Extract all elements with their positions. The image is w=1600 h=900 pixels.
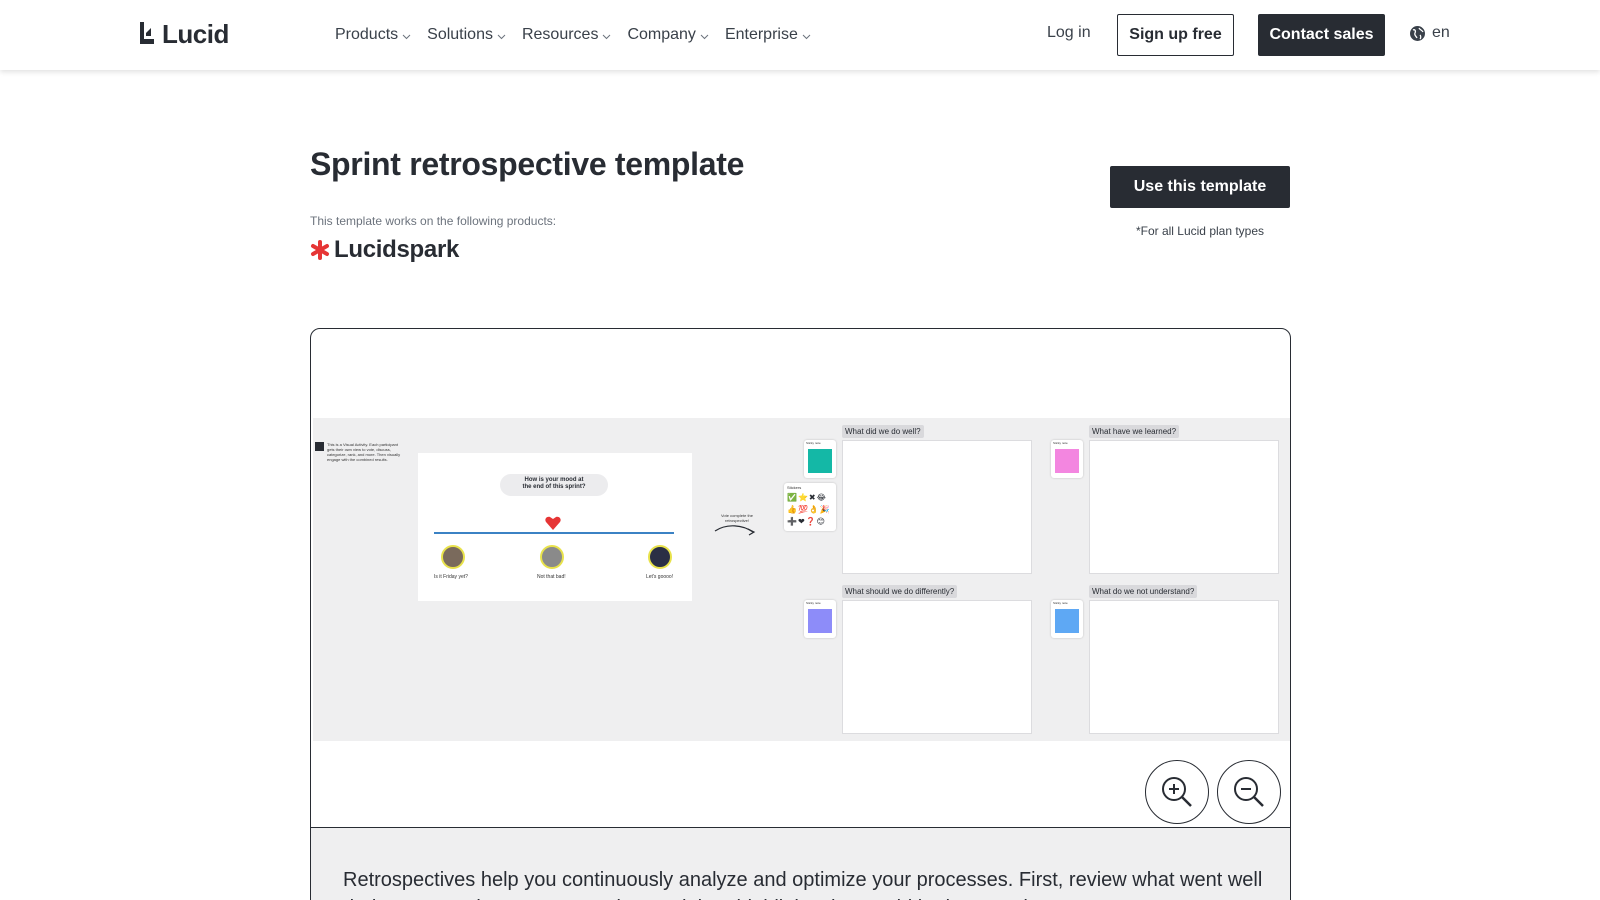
- mood-scale-line: [434, 532, 674, 534]
- chevron-down-icon: [497, 34, 506, 39]
- curved-arrow-icon: [714, 525, 756, 536]
- zoom-out-icon: [1234, 777, 1264, 807]
- avatar: [648, 545, 672, 569]
- panel-learned[interactable]: [1089, 440, 1279, 574]
- mood-label-2: Not that bad!: [537, 574, 566, 580]
- sticky-note-label: Sticky note: [806, 441, 821, 445]
- chevron-down-icon: [802, 34, 811, 39]
- sticky-note-card: Sticky note: [804, 440, 836, 478]
- intro-note: This is a Visual Activity. Each particip…: [327, 442, 401, 462]
- nav-resources[interactable]: Resources: [522, 26, 611, 44]
- lucidspark-asterisk-icon: [311, 240, 329, 260]
- product-name: Lucidspark: [334, 236, 460, 263]
- template-preview[interactable]: This is a Visual Activity. Each particip…: [310, 328, 1291, 828]
- info-icon: [315, 442, 324, 451]
- nav-products-label: Products: [335, 26, 399, 43]
- use-template-button[interactable]: Use this template: [1110, 166, 1290, 208]
- nav-resources-label: Resources: [521, 26, 599, 43]
- arrow-note: Vote complete the retrospective!: [720, 513, 754, 523]
- nav-solutions[interactable]: Solutions: [427, 26, 506, 44]
- zoom-in-button[interactable]: [1145, 760, 1209, 824]
- zoom-in-icon: [1162, 777, 1192, 807]
- sticky-note-label: Sticky note: [1053, 441, 1068, 445]
- logo-text: Lucid: [162, 18, 229, 49]
- works-on-label: This template works on the following pro…: [310, 214, 557, 228]
- sticky-note-swatch: [808, 609, 832, 633]
- panel-title: What do we not understand?: [1089, 585, 1198, 598]
- panel-did-well[interactable]: [842, 440, 1032, 574]
- chevron-down-icon: [402, 34, 411, 39]
- nav-enterprise[interactable]: Enterprise: [725, 26, 811, 44]
- nav-products[interactable]: Products: [335, 26, 411, 44]
- panel-differently[interactable]: [842, 600, 1032, 734]
- globe-icon: [1410, 25, 1425, 41]
- plan-note: *For all Lucid plan types: [1135, 224, 1265, 238]
- lucidspark-logo[interactable]: Lucidspark: [310, 236, 459, 264]
- sticky-note-card: Sticky note: [1051, 440, 1083, 478]
- stickers-label: Stickers: [787, 485, 802, 490]
- panel-title: What should we do differently?: [842, 585, 958, 598]
- chevron-down-icon: [700, 34, 709, 39]
- mood-question: How is your mood at the end of this spri…: [500, 474, 608, 496]
- main-menu: Products Solutions Resources Company Ent…: [335, 0, 827, 70]
- nav-enterprise-label: Enterprise: [724, 26, 798, 43]
- panel-not-understand[interactable]: [1089, 600, 1279, 734]
- sticky-note-label: Sticky note: [806, 601, 821, 605]
- page-title: Sprint retrospective template: [310, 146, 745, 182]
- template-board[interactable]: This is a Visual Activity. Each particip…: [313, 418, 1290, 741]
- nav-company-label: Company: [627, 26, 696, 43]
- heart-marker-icon: [545, 516, 561, 530]
- top-navigation: Lucid Products Solutions Resources Compa…: [0, 0, 1600, 70]
- nav-solutions-label: Solutions: [427, 26, 493, 43]
- sticky-note-swatch: [1055, 609, 1079, 633]
- mood-label-3: Let's goooo!: [646, 574, 674, 580]
- mood-label-1: Is it Friday yet?: [434, 574, 468, 580]
- chevron-down-icon: [603, 34, 611, 39]
- avatar: [540, 545, 564, 569]
- sticker-grid: ✅⭐✖😂 👍💯👌🎉 ➕❤❓😊: [787, 493, 831, 526]
- contact-sales-button[interactable]: Contact sales: [1258, 14, 1385, 56]
- lucid-logo-mark: [140, 22, 154, 44]
- mood-card: How is your mood at the end of this spri…: [418, 453, 692, 601]
- sticky-note-swatch: [808, 449, 832, 473]
- panel-title: What did we do well?: [842, 425, 924, 438]
- language-code: en: [1432, 24, 1450, 41]
- template-description: Retrospectives help you continuously ana…: [310, 827, 1291, 900]
- panel-title: What have we learned?: [1089, 425, 1180, 438]
- zoom-out-button[interactable]: [1217, 760, 1281, 824]
- description-text: Retrospectives help you continuously ana…: [343, 869, 1263, 900]
- sticky-note-card: Sticky note: [1051, 600, 1083, 638]
- stickers-panel: Stickers ✅⭐✖😂 👍💯👌🎉 ➕❤❓😊: [784, 483, 836, 531]
- language-selector[interactable]: en: [1409, 24, 1450, 42]
- login-link[interactable]: Log in: [1047, 24, 1091, 42]
- lucid-logo[interactable]: Lucid: [138, 19, 229, 49]
- sign-up-button[interactable]: Sign up free: [1117, 14, 1234, 56]
- nav-company[interactable]: Company: [627, 26, 709, 44]
- sticky-note-card: Sticky note: [804, 600, 836, 638]
- sticky-note-label: Sticky note: [1053, 601, 1068, 605]
- sticky-note-swatch: [1055, 449, 1079, 473]
- avatar: [441, 545, 465, 569]
